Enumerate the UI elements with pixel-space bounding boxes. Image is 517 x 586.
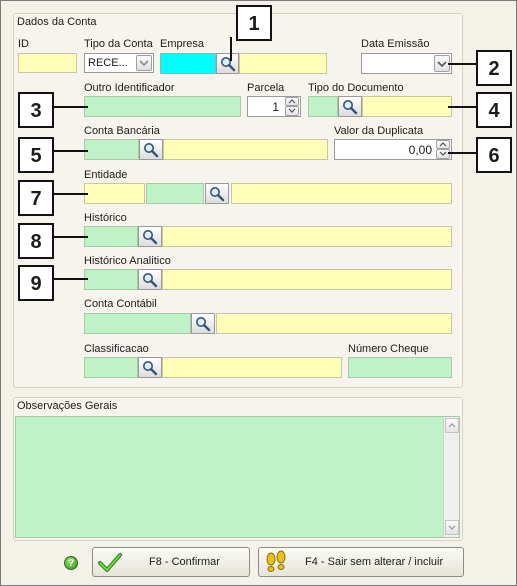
conta-bancaria-search-button[interactable] xyxy=(139,139,163,160)
classificacao-code-field[interactable] xyxy=(84,357,138,378)
id-label: ID xyxy=(18,38,29,50)
valor-duplicata-spin-up[interactable] xyxy=(436,140,450,149)
historico-analitico-name-field[interactable] xyxy=(162,269,452,290)
conta-contabil-name-field[interactable] xyxy=(216,313,452,334)
checkmark-icon xyxy=(98,553,122,572)
callout-6: 6 xyxy=(476,137,512,173)
tipo-documento-search-button[interactable] xyxy=(338,96,362,117)
conta-contabil-label: Conta Contábil xyxy=(84,298,157,310)
callout-5: 5 xyxy=(18,137,54,173)
valor-duplicata-field[interactable]: 0,00 xyxy=(334,139,452,160)
spin-up-icon xyxy=(288,99,296,104)
chevron-down-icon xyxy=(139,60,149,67)
scroll-down-icon xyxy=(448,525,456,530)
callout-1: 1 xyxy=(236,5,272,41)
empresa-label: Empresa xyxy=(160,38,205,50)
confirmar-button[interactable]: F8 - Confirmar xyxy=(92,547,250,577)
callout-9-line xyxy=(53,278,88,280)
classificacao-label: Classificacao xyxy=(84,343,149,355)
parcela-label: Parcela xyxy=(247,82,285,94)
callout-7: 7 xyxy=(18,180,54,216)
callout-9: 9 xyxy=(18,265,54,301)
outro-identificador-label: Outro Identificador xyxy=(84,82,175,94)
footprints-icon xyxy=(266,550,286,572)
magnifier-icon xyxy=(143,361,158,376)
data-emissao-label: Data Emissão xyxy=(361,38,430,50)
sair-button-label: F4 - Sair sem alterar / incluir xyxy=(305,556,444,568)
tipo-documento-name-field[interactable] xyxy=(362,96,452,117)
empresa-code-field[interactable] xyxy=(160,53,216,74)
outro-identificador-field[interactable] xyxy=(84,96,241,117)
parcela-spin-down[interactable] xyxy=(285,106,299,116)
conta-bancaria-label: Conta Bancária xyxy=(84,125,160,137)
callout-8-line xyxy=(53,236,88,238)
callout-7-line xyxy=(53,193,88,195)
callout-8: 8 xyxy=(18,223,54,259)
observacoes-scrollbar[interactable] xyxy=(443,417,459,537)
conta-contabil-search-button[interactable] xyxy=(191,313,215,334)
valor-duplicata-spin-down[interactable] xyxy=(436,149,450,159)
spin-up-icon xyxy=(439,142,447,147)
classificacao-name-field[interactable] xyxy=(162,357,342,378)
dados-conta-title: Dados da Conta xyxy=(17,16,97,28)
magnifier-icon xyxy=(144,143,159,158)
conta-bancaria-code-field[interactable] xyxy=(84,139,139,160)
magnifier-icon xyxy=(143,273,158,288)
magnifier-icon xyxy=(210,187,225,202)
callout-2-line xyxy=(448,63,478,65)
entidade-type-field[interactable] xyxy=(84,183,145,204)
historico-code-field[interactable] xyxy=(84,226,138,247)
tipo-documento-code-field[interactable] xyxy=(308,96,338,117)
historico-analitico-code-field[interactable] xyxy=(84,269,138,290)
callout-1-line xyxy=(230,37,232,61)
numero-cheque-label: Número Cheque xyxy=(348,343,429,355)
conta-bancaria-name-field[interactable] xyxy=(163,139,328,160)
parcela-spin-up[interactable] xyxy=(285,97,299,106)
entidade-code-field[interactable] xyxy=(146,183,204,204)
entidade-name-field[interactable] xyxy=(231,183,452,204)
historico-analitico-search-button[interactable] xyxy=(138,269,162,290)
tipo-conta-value: RECE... xyxy=(88,57,128,69)
historico-label: Histórico xyxy=(84,212,127,224)
callout-2: 2 xyxy=(476,50,512,86)
magnifier-icon xyxy=(143,230,158,245)
historico-search-button[interactable] xyxy=(138,226,162,247)
valor-duplicata-value: 0,00 xyxy=(408,143,432,157)
callout-4-line xyxy=(448,106,478,108)
id-field[interactable] xyxy=(18,53,77,73)
tipo-conta-label: Tipo da Conta xyxy=(84,38,153,50)
numero-cheque-field[interactable] xyxy=(348,357,452,378)
scroll-down-button[interactable] xyxy=(445,520,459,535)
historico-analitico-label: Histórico Analitico xyxy=(84,255,171,267)
empresa-search-button[interactable] xyxy=(216,53,239,74)
tipo-documento-label: Tipo do Documento xyxy=(308,82,404,94)
magnifier-icon xyxy=(343,100,358,115)
callout-3-line xyxy=(53,106,88,108)
callout-5-line xyxy=(53,150,88,152)
empresa-name-field[interactable] xyxy=(239,53,327,74)
sair-button[interactable]: F4 - Sair sem alterar / incluir xyxy=(258,547,464,577)
chevron-down-icon xyxy=(437,61,447,68)
parcela-value: 1 xyxy=(272,100,279,114)
conta-contabil-code-field[interactable] xyxy=(84,313,191,334)
callout-3: 3 xyxy=(18,92,54,128)
valor-duplicata-label: Valor da Duplicata xyxy=(334,125,424,137)
scroll-up-icon xyxy=(448,423,456,428)
tipo-conta-dropdown-button[interactable] xyxy=(136,55,152,71)
spin-down-icon xyxy=(288,108,296,113)
callout-6-line xyxy=(448,152,478,154)
magnifier-icon xyxy=(221,57,236,72)
observacoes-title: Observações Gerais xyxy=(17,400,118,412)
entidade-label: Entidade xyxy=(84,169,128,181)
callout-4: 4 xyxy=(476,92,512,128)
observacoes-textarea[interactable] xyxy=(15,416,460,538)
historico-name-field[interactable] xyxy=(162,226,452,247)
magnifier-icon xyxy=(196,317,211,332)
entidade-search-button[interactable] xyxy=(205,183,229,204)
help-icon[interactable]: ? xyxy=(64,556,78,570)
confirmar-button-label: F8 - Confirmar xyxy=(149,556,220,568)
classificacao-search-button[interactable] xyxy=(138,357,162,378)
scroll-up-button[interactable] xyxy=(445,418,459,433)
